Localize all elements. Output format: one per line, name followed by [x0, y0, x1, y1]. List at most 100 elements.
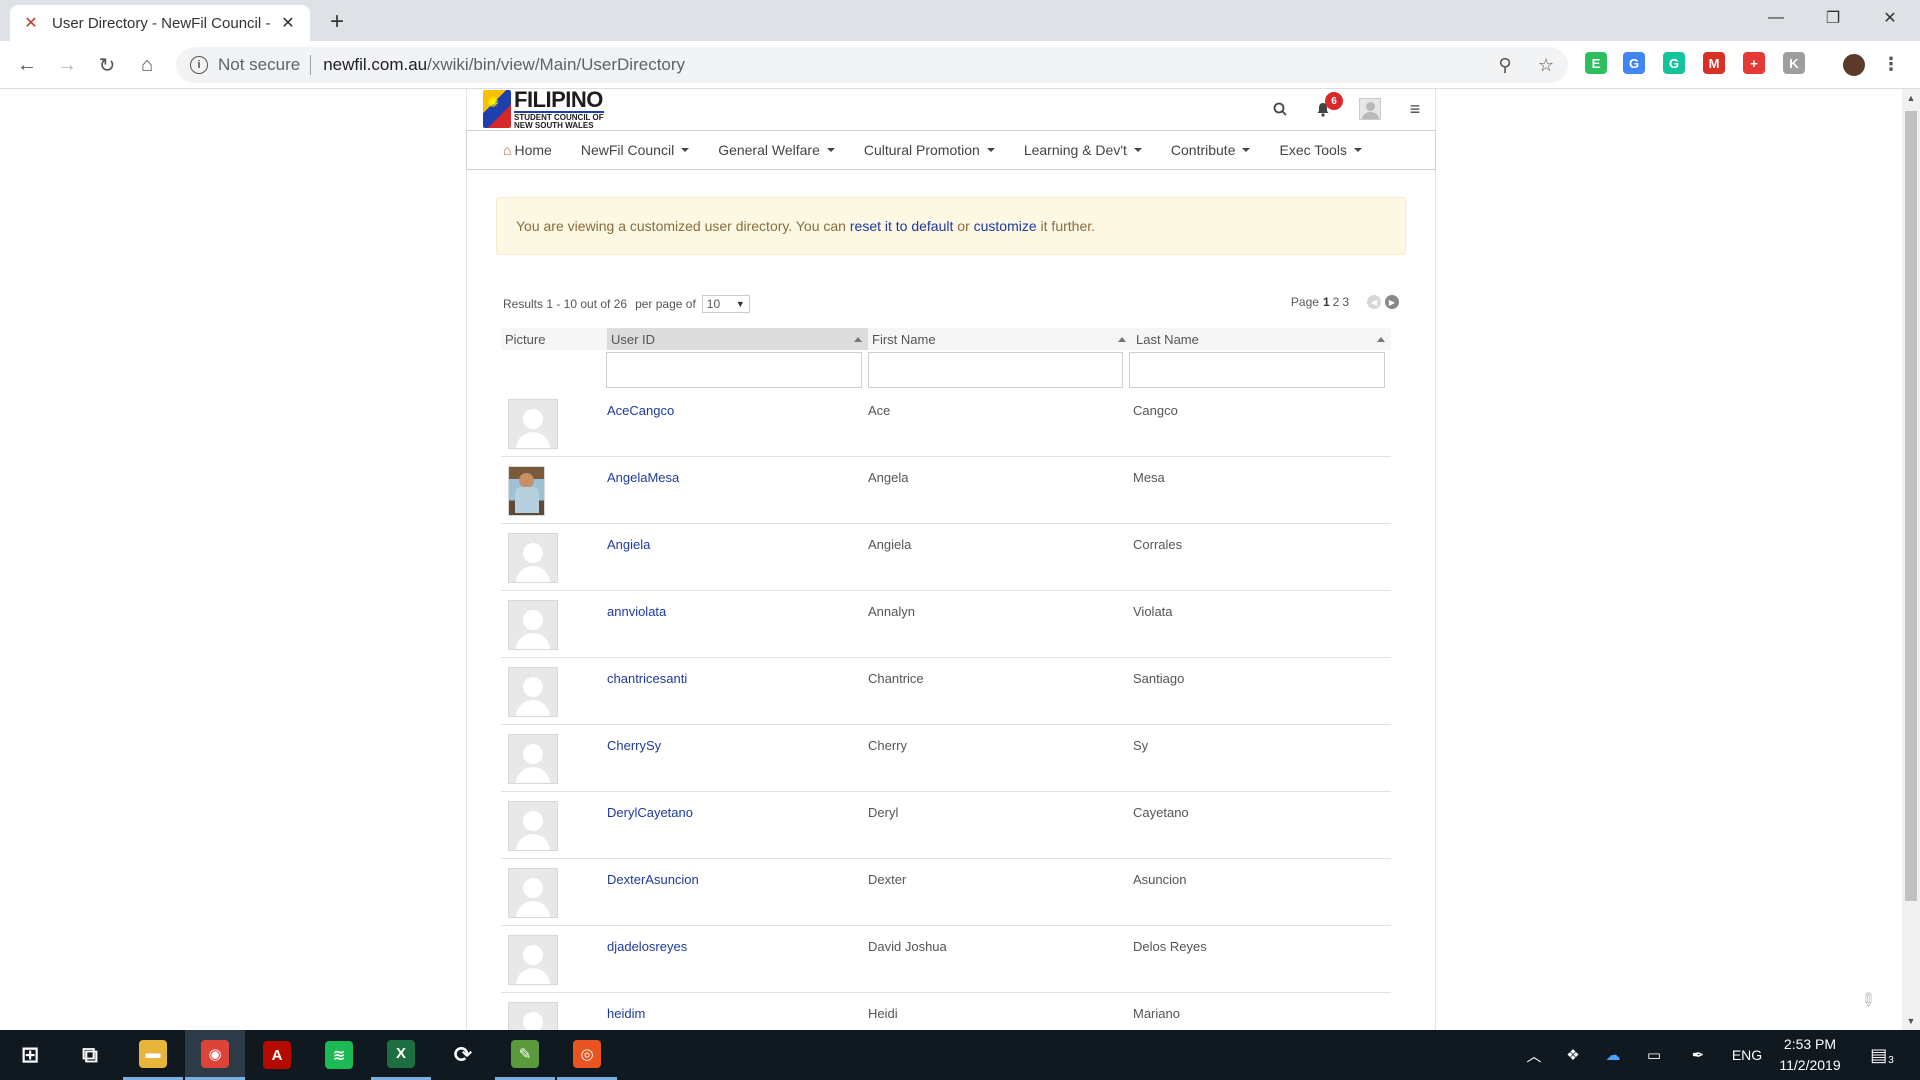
action-center-icon[interactable]: ▤ 3: [1864, 1030, 1900, 1080]
user-avatar-icon: [1359, 98, 1381, 120]
acrobat-button[interactable]: A: [247, 1030, 307, 1080]
previous-page-icon[interactable]: ◀: [1367, 295, 1381, 309]
picture-cell: [501, 591, 607, 657]
language-indicator[interactable]: ENG: [1725, 1030, 1769, 1080]
column-header-last-name[interactable]: Last Name: [1132, 328, 1391, 350]
chrome-icon: ◉: [201, 1039, 229, 1068]
bookmark-star-icon[interactable]: ☆: [1531, 47, 1561, 83]
user-id-link[interactable]: djadelosreyes: [607, 939, 687, 954]
info-icon[interactable]: i: [190, 56, 208, 74]
customize-link[interactable]: customize: [974, 218, 1037, 234]
default-avatar-icon[interactable]: [508, 667, 558, 717]
show-hidden-icons-icon[interactable]: ︿: [1519, 1030, 1549, 1080]
scroll-down-arrow-icon[interactable]: ▼: [1902, 1012, 1920, 1030]
site-logo[interactable]: FILIPINO STUDENT COUNCIL OF NEW SOUTH WA…: [483, 89, 604, 129]
battery-icon[interactable]: ▭: [1639, 1030, 1669, 1080]
table-row: annviolata Annalyn Violata: [501, 591, 1391, 658]
url-path: /xwiki/bin/view/Main/UserDirectory: [427, 55, 686, 74]
extension-cross-icon[interactable]: +: [1743, 52, 1765, 74]
default-avatar-icon[interactable]: [508, 801, 558, 851]
back-arrow-icon[interactable]: ←: [13, 51, 41, 79]
notepad-button[interactable]: ✎: [495, 1030, 555, 1080]
page-link-2[interactable]: 2: [1333, 295, 1340, 309]
start-button[interactable]: ⊞: [0, 1030, 60, 1080]
minimize-icon[interactable]: —: [1748, 0, 1804, 36]
window-close-icon[interactable]: ✕: [1862, 0, 1918, 36]
home-icon[interactable]: ⌂: [133, 51, 161, 79]
default-avatar-icon[interactable]: [508, 399, 558, 449]
system-clock[interactable]: 2:53 PM 11/2/2019: [1770, 1034, 1850, 1076]
default-avatar-icon[interactable]: [508, 600, 558, 650]
caret-down-icon: [1242, 148, 1251, 152]
tab-close-icon[interactable]: ✕: [278, 13, 298, 33]
first-name-filter-input[interactable]: [867, 352, 1124, 388]
extension-red-icon[interactable]: M: [1703, 52, 1725, 74]
user-id-link[interactable]: chantricesanti: [607, 671, 687, 686]
column-header-user-id[interactable]: User ID: [607, 328, 868, 350]
last-name-filter-input[interactable]: [1129, 352, 1385, 388]
browser-tab-active[interactable]: ✕ User Directory - NewFil Council - ✕: [10, 5, 310, 41]
new-tab-button[interactable]: +: [324, 8, 350, 35]
nav-item-learning-dev-t[interactable]: Learning & Dev't: [1024, 142, 1142, 158]
chrome-button[interactable]: ◉: [185, 1030, 245, 1080]
page-scrollbar[interactable]: ▲ ▼: [1902, 89, 1920, 1030]
spotify-button[interactable]: ≋: [309, 1030, 369, 1080]
task-view-button[interactable]: ⧉: [60, 1030, 120, 1080]
nav-item-newfil-council[interactable]: NewFil Council: [581, 142, 690, 158]
first-name-cell: Annalyn: [868, 604, 915, 619]
chrome-menu-icon[interactable]: ⋮: [1880, 53, 1902, 75]
extension-gray-icon[interactable]: K: [1783, 52, 1805, 74]
onedrive-icon[interactable]: ☁: [1598, 1030, 1628, 1080]
google-translate-icon[interactable]: G: [1623, 52, 1645, 74]
nav-item-label: Cultural Promotion: [863, 142, 980, 158]
user-id-link[interactable]: heidim: [607, 1006, 645, 1021]
scroll-up-arrow-icon[interactable]: ▲: [1902, 89, 1920, 107]
user-id-cell: djadelosreyes: [607, 926, 868, 992]
user-avatar[interactable]: [1356, 95, 1384, 123]
nav-item-cultural-promotion[interactable]: Cultural Promotion: [864, 142, 995, 158]
file-explorer-button[interactable]: ▬: [123, 1030, 183, 1080]
column-header-first-name[interactable]: First Name: [868, 328, 1132, 350]
user-id-cell: AceCangco: [607, 390, 868, 456]
first-name-cell: Deryl: [868, 805, 899, 820]
default-avatar-icon[interactable]: [508, 734, 558, 784]
default-avatar-icon[interactable]: [508, 935, 558, 985]
page-link-3[interactable]: 3: [1342, 295, 1349, 309]
user-id-filter-input[interactable]: [605, 352, 862, 388]
default-avatar-icon[interactable]: [508, 1002, 558, 1030]
zoom-icon[interactable]: ⚲: [1490, 47, 1520, 83]
nav-item-general-welfare[interactable]: General Welfare: [718, 142, 835, 158]
per-page-select[interactable]: 10 ▼: [701, 295, 750, 313]
nav-item-contribute[interactable]: Contribute: [1171, 142, 1251, 158]
ubuntu-button[interactable]: ◎: [557, 1030, 617, 1080]
scrollbar-thumb[interactable]: [1905, 111, 1917, 901]
user-id-link[interactable]: DexterAsuncion: [607, 872, 699, 887]
user-id-link[interactable]: CherrySy: [607, 738, 661, 753]
default-avatar-icon[interactable]: [508, 868, 558, 918]
evernote-icon[interactable]: E: [1585, 52, 1607, 74]
default-avatar-icon[interactable]: [508, 533, 558, 583]
excel-button[interactable]: X: [371, 1030, 431, 1080]
nav-item-exec-tools[interactable]: Exec Tools: [1279, 142, 1362, 158]
grammarly-icon[interactable]: G: [1663, 52, 1685, 74]
pen-icon[interactable]: ✒: [1683, 1030, 1713, 1080]
notifications-bell-icon[interactable]: 6: [1309, 92, 1343, 123]
reload-icon[interactable]: ↻: [93, 51, 121, 79]
sync-button[interactable]: ⟳: [433, 1030, 493, 1080]
hamburger-menu-icon[interactable]: ≡: [1401, 95, 1429, 123]
next-page-icon[interactable]: ▶: [1385, 295, 1399, 309]
nav-item-home[interactable]: ⌂ Home: [503, 142, 552, 158]
dropbox-icon[interactable]: ❖: [1558, 1030, 1588, 1080]
restore-icon[interactable]: ❐: [1805, 0, 1861, 36]
user-id-link[interactable]: AceCangco: [607, 403, 674, 418]
reset-to-default-link[interactable]: reset it to default: [850, 218, 954, 234]
user-photo[interactable]: [508, 466, 545, 516]
user-id-link[interactable]: annviolata: [607, 604, 666, 619]
address-bar[interactable]: i Not secure newfil.com.au /xwiki/bin/vi…: [176, 47, 1568, 83]
profile-avatar-icon[interactable]: [1841, 52, 1867, 78]
forward-arrow-icon[interactable]: →: [53, 51, 81, 79]
user-id-link[interactable]: DerylCayetano: [607, 805, 693, 820]
user-id-link[interactable]: Angiela: [607, 537, 650, 552]
search-icon[interactable]: [1266, 95, 1294, 123]
user-id-link[interactable]: AngelaMesa: [607, 470, 679, 485]
